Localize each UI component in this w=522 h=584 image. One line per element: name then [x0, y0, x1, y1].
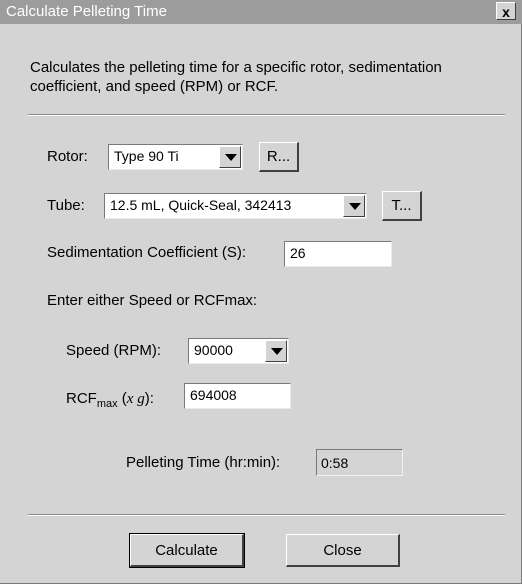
bottom-divider: [28, 514, 505, 516]
close-button[interactable]: Close: [286, 534, 400, 567]
speed-value: 90000: [194, 342, 233, 358]
tube-dropdown-arrow-icon[interactable]: [343, 195, 365, 217]
top-divider: [28, 114, 505, 116]
close-icon: x: [502, 4, 510, 20]
rcf-input[interactable]: 694008: [184, 383, 291, 409]
pelleting-time-value: 0:58: [316, 449, 403, 476]
speed-select[interactable]: 90000: [188, 338, 289, 364]
rotor-select[interactable]: Type 90 Ti: [108, 144, 243, 170]
pelleting-time-label: Pelleting Time (hr:min):: [126, 454, 281, 471]
speed-or-rcf-instruction: Enter either Speed or RCFmax:: [47, 292, 258, 309]
rcf-label-main: RCF: [66, 390, 97, 407]
rotor-value: Type 90 Ti: [114, 148, 179, 164]
close-window-button[interactable]: x: [496, 2, 516, 20]
sedimentation-input[interactable]: 26: [284, 241, 392, 267]
description-text: Calculates the pelleting time for a spec…: [30, 59, 442, 95]
speed-dropdown-arrow-icon[interactable]: [265, 340, 287, 362]
rotor-browse-button[interactable]: R...: [259, 142, 299, 172]
tube-browse-button[interactable]: T...: [382, 191, 422, 221]
window-title: Calculate Pelleting Time: [6, 3, 167, 20]
tube-value: 12.5 mL, Quick-Seal, 342413: [110, 197, 292, 213]
rcf-label-close: ):: [144, 390, 154, 407]
rotor-dropdown-arrow-icon[interactable]: [219, 146, 241, 168]
sedimentation-label: Sedimentation Coefficient (S):: [47, 244, 246, 261]
tube-select[interactable]: 12.5 mL, Quick-Seal, 342413: [104, 193, 367, 219]
rcf-label-sub: max: [96, 398, 118, 410]
rcf-label-xg: x g: [126, 391, 145, 407]
calculate-pelleting-time-dialog: Calculate Pelleting Time x Calculates th…: [0, 0, 522, 584]
speed-label: Speed (RPM):: [66, 342, 162, 359]
rcf-label-open: (: [117, 390, 127, 407]
calculate-button[interactable]: Calculate: [129, 533, 245, 568]
title-bar: Calculate Pelleting Time x: [0, 0, 522, 24]
rotor-label: Rotor:: [47, 148, 88, 165]
tube-label: Tube:: [47, 197, 85, 214]
rcf-label: RCFmax (x g):: [66, 390, 154, 410]
